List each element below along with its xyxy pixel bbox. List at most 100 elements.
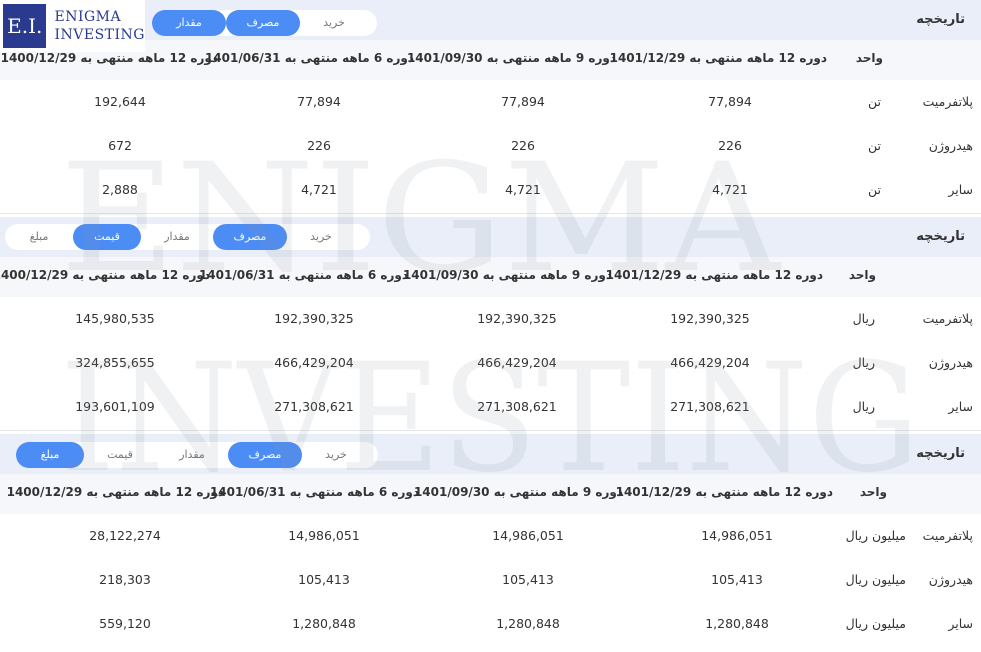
table-row: سایر میلیون ریال 1,280,848 1,280,848 1,2… <box>0 603 981 647</box>
toggle-total[interactable]: مبلغ <box>5 224 73 250</box>
col-period-12m-1401: دوره 12 ماهه منتهی به 1401/12/29 <box>609 51 827 65</box>
brand-logo: E.I. ENIGMA INVESTING <box>0 0 145 52</box>
row-unit: ریال <box>852 355 875 370</box>
logo-text: ENIGMA INVESTING <box>54 8 145 44</box>
col-period-6m-1401: دوره 6 ماهه منتهی به 1401/06/31 <box>204 51 414 65</box>
value-cell: 271,308,621 <box>670 399 750 414</box>
table-row: هیدروژن ریال 466,429,204 466,429,204 466… <box>0 342 981 387</box>
value-cell: 192,644 <box>94 94 146 109</box>
section-title: تاریخچه <box>916 229 965 244</box>
value-cell: 4,721 <box>712 182 748 197</box>
value-cell: 466,429,204 <box>477 355 557 370</box>
row-label: سایر <box>948 399 973 414</box>
row-label: هیدروژن <box>928 572 973 587</box>
toggle-price[interactable]: قیمت <box>84 442 156 468</box>
value-cell: 218,303 <box>99 572 151 587</box>
column-header-row: واحد دوره 12 ماهه منتهی به 1401/12/29 دو… <box>0 40 981 80</box>
toggle-amount[interactable]: مقدار <box>156 442 228 468</box>
value-cell: 192,390,325 <box>477 311 557 326</box>
col-period-6m-1401: دوره 6 ماهه منتهی به 1401/06/31 <box>198 268 408 282</box>
table-row: هیدروژن تن 226 226 226 672 <box>0 125 981 170</box>
value-cell: 4,721 <box>505 182 541 197</box>
value-cell: 559,120 <box>99 616 151 631</box>
value-cell: 271,308,621 <box>274 399 354 414</box>
col-unit: واحد <box>855 51 883 65</box>
value-cell: 14,986,051 <box>288 528 360 543</box>
value-cell: 77,894 <box>297 94 341 109</box>
table-row: هیدروژن میلیون ریال 105,413 105,413 105,… <box>0 559 981 604</box>
value-cell: 271,308,621 <box>477 399 557 414</box>
value-cell: 192,390,325 <box>274 311 354 326</box>
toggle-purchase[interactable]: خرید <box>302 442 370 468</box>
toggle-purchase[interactable]: خرید <box>287 224 355 250</box>
col-period-12m-1400: دوره 12 ماهه منتهی به 1400/12/29 <box>0 268 210 282</box>
value-cell: 1,280,848 <box>292 616 356 631</box>
logo-line-2: INVESTING <box>54 27 145 43</box>
row-label: پلاتفرمیت <box>922 94 973 109</box>
toggle-amount[interactable]: مقدار <box>141 224 213 250</box>
table-row: پلاتفرمیت ریال 192,390,325 192,390,325 1… <box>0 298 981 343</box>
toggle-consumption[interactable]: مصرف <box>228 442 302 468</box>
value-cell: 1,280,848 <box>705 616 769 631</box>
value-cell: 226 <box>307 138 331 153</box>
toggle-price[interactable]: قیمت <box>73 224 141 250</box>
section-header: تاریخچه مقدار مصرف خرید <box>0 0 981 40</box>
table-row: سایر تن 4,721 4,721 4,721 2,888 <box>0 169 981 214</box>
section-title: تاریخچه <box>916 12 965 27</box>
col-period-9m-1401: دوره 9 ماهه منتهی به 1401/09/30 <box>406 51 616 65</box>
toggle-group: مبلغ قیمت مقدار مصرف خرید <box>5 224 370 250</box>
value-cell: 145,980,535 <box>75 311 155 326</box>
value-cell: 105,413 <box>298 572 350 587</box>
col-period-6m-1401: دوره 6 ماهه منتهی به 1401/06/31 <box>209 485 419 499</box>
section-header: تاریخچه مبلغ قیمت مقدار مصرف خرید <box>0 434 981 474</box>
row-unit: تن <box>868 182 881 197</box>
toggle-group: مقدار مصرف خرید <box>152 10 377 36</box>
row-label: پلاتفرمیت <box>922 311 973 326</box>
logo-line-1: ENIGMA <box>54 9 122 25</box>
value-cell: 466,429,204 <box>670 355 750 370</box>
row-label: سایر <box>948 616 973 631</box>
toggle-consumption[interactable]: مصرف <box>226 10 300 36</box>
value-cell: 466,429,204 <box>274 355 354 370</box>
row-label: هیدروژن <box>928 355 973 370</box>
toggle-consumption[interactable]: مصرف <box>213 224 287 250</box>
col-period-9m-1401: دوره 9 ماهه منتهی به 1401/09/30 <box>402 268 612 282</box>
row-label: سایر <box>948 182 973 197</box>
toggle-amount[interactable]: مقدار <box>152 10 226 36</box>
row-unit: میلیون ریال <box>845 528 906 543</box>
value-cell: 14,986,051 <box>492 528 564 543</box>
table-row: پلاتفرمیت تن 77,894 77,894 77,894 192,64… <box>0 81 981 126</box>
value-cell: 193,601,109 <box>75 399 155 414</box>
value-cell: 324,855,655 <box>75 355 155 370</box>
section-header: تاریخچه مبلغ قیمت مقدار مصرف خرید <box>0 217 981 257</box>
value-cell: 226 <box>718 138 742 153</box>
row-unit: ریال <box>852 311 875 326</box>
value-cell: 2,888 <box>102 182 138 197</box>
col-period-12m-1401: دوره 12 ماهه منتهی به 1401/12/29 <box>605 268 823 282</box>
row-unit: ریال <box>852 399 875 414</box>
value-cell: 105,413 <box>711 572 763 587</box>
toggle-group: مبلغ قیمت مقدار مصرف خرید <box>16 442 378 468</box>
col-unit: واحد <box>848 268 876 282</box>
col-period-9m-1401: دوره 9 ماهه منتهی به 1401/09/30 <box>413 485 623 499</box>
table-row: سایر ریال 271,308,621 271,308,621 271,30… <box>0 386 981 431</box>
value-cell: 4,721 <box>301 182 337 197</box>
table-row: پلاتفرمیت میلیون ریال 14,986,051 14,986,… <box>0 515 981 560</box>
col-period-12m-1401: دوره 12 ماهه منتهی به 1401/12/29 <box>615 485 833 499</box>
value-cell: 105,413 <box>502 572 554 587</box>
value-cell: 1,280,848 <box>496 616 560 631</box>
value-cell: 672 <box>108 138 132 153</box>
column-header-row: واحد دوره 12 ماهه منتهی به 1401/12/29 دو… <box>0 257 981 297</box>
logo-mark: E.I. <box>3 4 47 48</box>
row-label: پلاتفرمیت <box>922 528 973 543</box>
column-header-row: واحد دوره 12 ماهه منتهی به 1401/12/29 دو… <box>0 474 981 514</box>
value-cell: 28,122,274 <box>89 528 161 543</box>
toggle-purchase[interactable]: خرید <box>300 10 368 36</box>
toggle-total[interactable]: مبلغ <box>16 442 84 468</box>
col-period-12m-1400: دوره 12 ماهه منتهی به 1400/12/29 <box>6 485 224 499</box>
value-cell: 77,894 <box>708 94 752 109</box>
value-cell: 226 <box>511 138 535 153</box>
value-cell: 77,894 <box>501 94 545 109</box>
value-cell: 192,390,325 <box>670 311 750 326</box>
row-unit: میلیون ریال <box>845 572 906 587</box>
